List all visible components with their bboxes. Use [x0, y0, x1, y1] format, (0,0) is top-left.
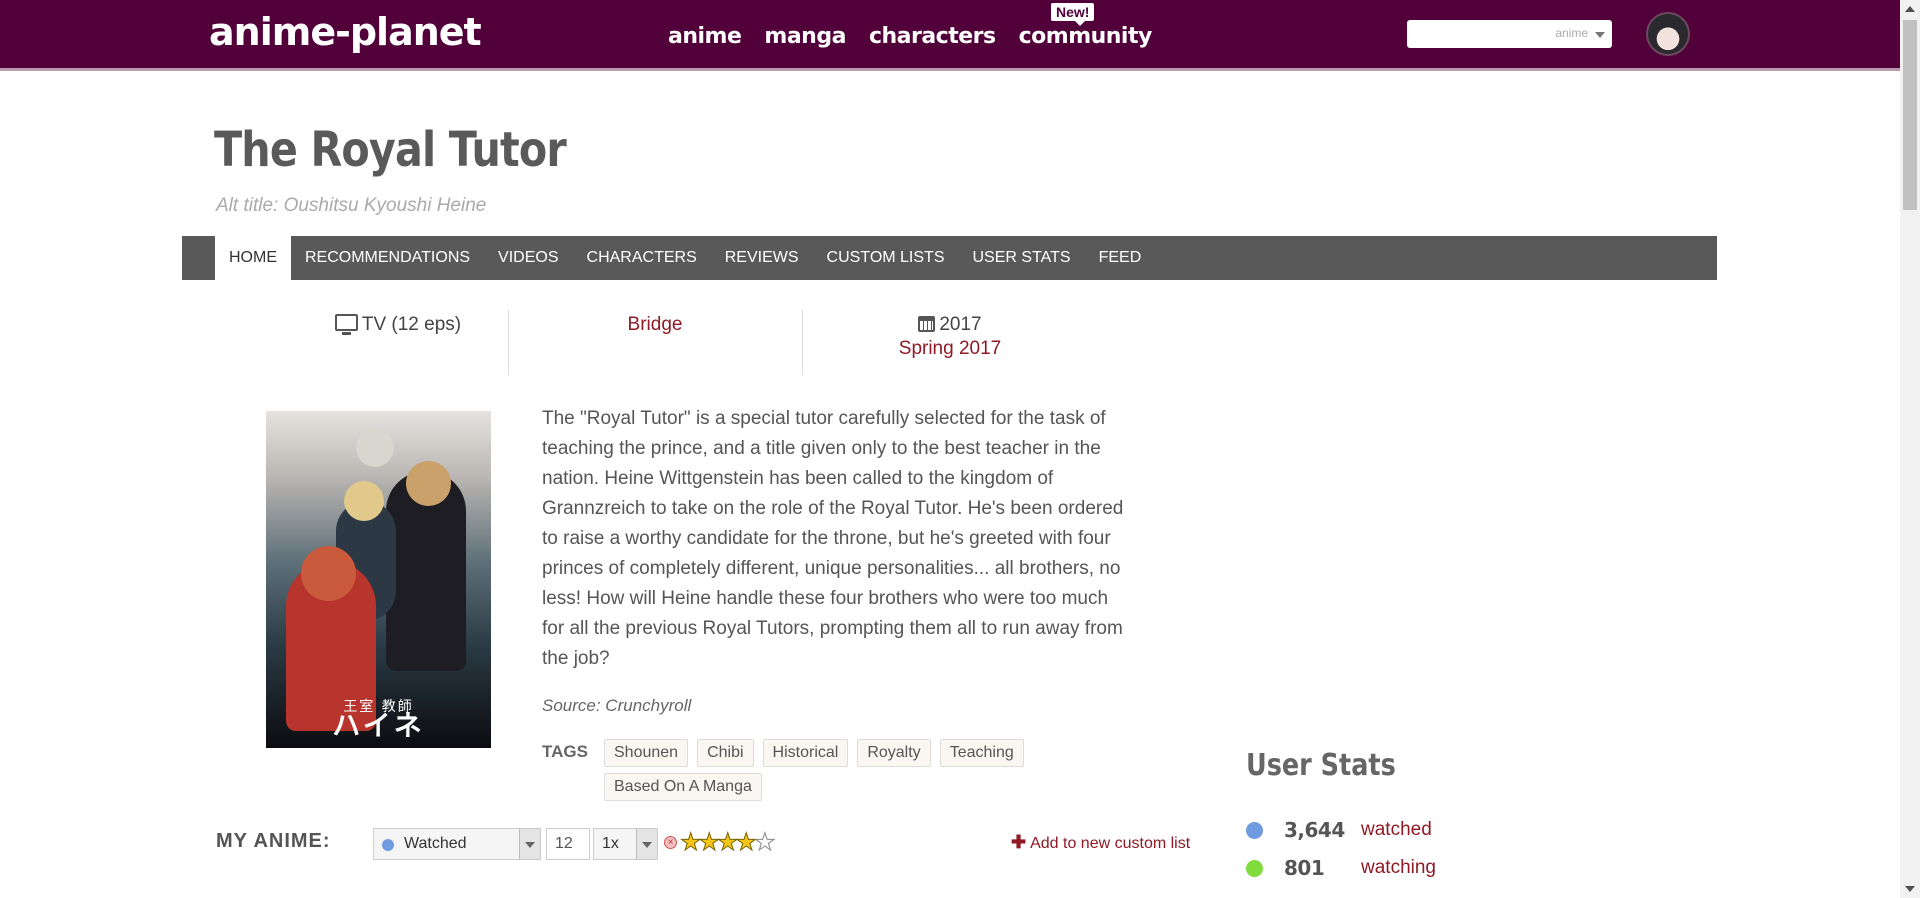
- top-header-bar: anime-planet anime manga characters comm…: [0, 0, 1900, 71]
- tag-historical[interactable]: Historical: [762, 739, 849, 767]
- synopsis: The "Royal Tutor" is a special tutor car…: [542, 408, 1124, 669]
- studio-link[interactable]: Bridge: [560, 314, 750, 336]
- star-icon[interactable]: ★: [698, 829, 720, 857]
- stat-count: 801: [1284, 856, 1325, 880]
- tag-royalty[interactable]: Royalty: [857, 739, 931, 767]
- nav-community[interactable]: community: [1019, 24, 1153, 49]
- watch-status-select[interactable]: Watched: [373, 828, 541, 860]
- search-scope-dropdown-icon[interactable]: [1595, 32, 1605, 38]
- star-empty-icon[interactable]: ★: [754, 829, 776, 857]
- stat-link-watching[interactable]: watching: [1361, 857, 1436, 879]
- new-badge: New!: [1051, 3, 1095, 26]
- tag-chibi[interactable]: Chibi: [697, 739, 754, 767]
- calendar-icon: [918, 316, 936, 332]
- tag-based-on-a-manga[interactable]: Based On A Manga: [604, 773, 762, 801]
- scroll-down-arrow-icon[interactable]: [1905, 886, 1915, 892]
- synopsis-source: Source: Crunchyroll: [542, 696, 692, 715]
- stat-link-watched[interactable]: watched: [1361, 819, 1432, 841]
- tag-shounen[interactable]: Shounen: [604, 739, 689, 767]
- info-divider: [508, 310, 509, 375]
- tab-user-stats[interactable]: USER STATS: [959, 236, 1085, 280]
- tab-recommendations[interactable]: RECOMMENDATIONS: [291, 236, 484, 280]
- star-icon[interactable]: ★: [680, 829, 702, 857]
- stat-count: 3,644: [1284, 818, 1345, 842]
- times-watched-value: 1x: [602, 835, 619, 852]
- star-icon[interactable]: ★: [735, 829, 757, 857]
- tab-characters[interactable]: CHARACTERS: [573, 236, 711, 280]
- page-scrollbar[interactable]: [1900, 0, 1920, 898]
- times-watched-select[interactable]: 1x: [593, 828, 658, 860]
- status-color-dot: [382, 839, 394, 851]
- info-type: TV (12 eps): [278, 314, 518, 336]
- season-link[interactable]: Spring 2017: [850, 338, 1050, 360]
- tab-feed[interactable]: FEED: [1085, 236, 1156, 280]
- chevron-down-icon[interactable]: [636, 829, 657, 859]
- anime-subnav: HOME RECOMMENDATIONS VIDEOS CHARACTERS R…: [182, 236, 1717, 280]
- poster-jp-title: ハイネ: [332, 709, 425, 742]
- nav-characters[interactable]: characters: [869, 24, 996, 49]
- info-divider: [802, 310, 803, 375]
- scroll-up-arrow-icon[interactable]: [1905, 6, 1915, 12]
- star-icon[interactable]: ★: [717, 829, 739, 857]
- anime-poster-image: 王室 教師 ハイネ: [266, 411, 491, 748]
- alt-title: Alt title: Oushitsu Kyoushi Heine: [216, 195, 487, 216]
- page-title: The Royal Tutor: [214, 122, 567, 178]
- tab-reviews[interactable]: REVIEWS: [711, 236, 813, 280]
- chevron-down-icon[interactable]: [519, 829, 540, 859]
- user-stats-heading: User Stats: [1246, 748, 1396, 783]
- watched-dot: [1246, 822, 1263, 839]
- episodes-watched-input[interactable]: [546, 828, 590, 860]
- tv-icon: [334, 314, 358, 335]
- clear-rating-icon[interactable]: ×: [664, 836, 677, 849]
- type-text: TV (12 eps): [361, 314, 462, 335]
- tab-home[interactable]: HOME: [215, 236, 291, 280]
- tags-label: TAGS: [542, 742, 588, 761]
- plus-icon: ✚: [1011, 832, 1027, 852]
- add-to-custom-list-button[interactable]: ✚ Add to new custom list: [1011, 832, 1190, 853]
- rating-stars[interactable]: ★★★★★: [680, 828, 776, 857]
- my-anime-label: MY ANIME:: [216, 830, 331, 852]
- year-text: 2017: [939, 314, 982, 335]
- tab-custom-lists[interactable]: CUSTOM LISTS: [813, 236, 959, 280]
- tag-teaching[interactable]: Teaching: [939, 739, 1024, 767]
- nav-manga[interactable]: manga: [764, 24, 846, 49]
- scrollbar-thumb[interactable]: [1903, 20, 1917, 210]
- watching-dot: [1246, 860, 1263, 877]
- nav-anime[interactable]: anime: [668, 24, 742, 49]
- user-avatar[interactable]: [1646, 12, 1690, 56]
- tags-list: Shounen Chibi Historical Royalty Teachin…: [604, 739, 1044, 801]
- site-logo[interactable]: anime-planet: [209, 10, 482, 54]
- tab-videos[interactable]: VIDEOS: [484, 236, 572, 280]
- main-nav: anime manga characters community: [668, 24, 1175, 49]
- info-year: 2017 Spring 2017: [850, 314, 1050, 360]
- watch-status-value: Watched: [404, 835, 467, 852]
- search-box: [1407, 20, 1612, 48]
- search-input[interactable]: [1407, 20, 1594, 46]
- add-list-label: Add to new custom list: [1030, 835, 1191, 852]
